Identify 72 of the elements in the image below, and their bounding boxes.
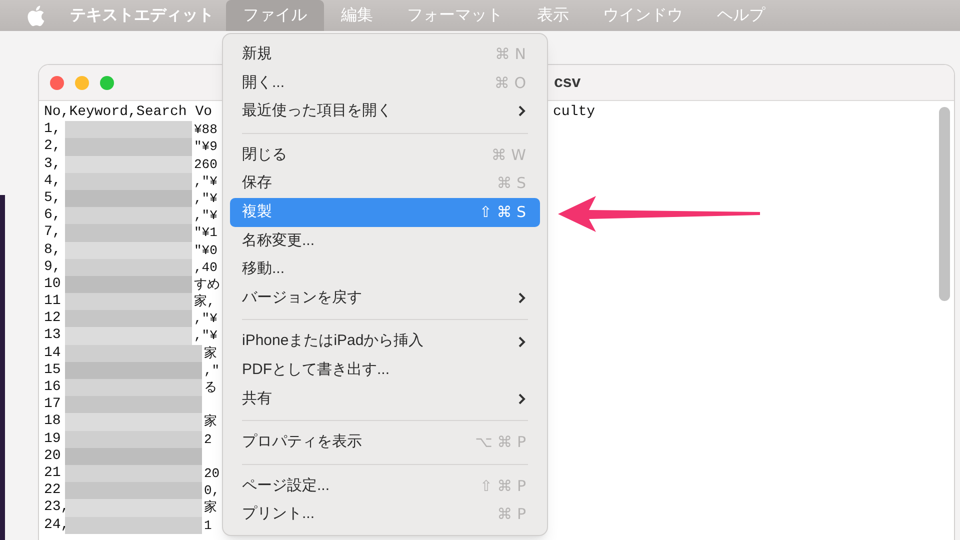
row-number: 11 — [44, 293, 62, 310]
row-number: 17 — [44, 396, 62, 414]
row-number: 9, — [44, 258, 62, 276]
menu-item[interactable]: 新規 ⌘ N — [230, 40, 540, 69]
text-fragment: ,"¥ — [194, 190, 218, 208]
row-number: 16 — [44, 379, 62, 396]
row-number: 19 — [44, 430, 62, 448]
text-fragment: 2 — [204, 430, 212, 448]
row-number: 14 — [44, 344, 62, 362]
menu-item[interactable]: 最近使った項目を開く — [230, 97, 540, 126]
chevron-right-icon — [518, 336, 526, 348]
row-number: 2, — [44, 138, 62, 156]
text-fragment: ¥88 — [194, 121, 218, 138]
text-fragment: ,"¥ — [194, 310, 218, 328]
menu-item[interactable]: プロパティを表示 ⌥ ⌘ P — [230, 428, 540, 457]
window-title: csv — [554, 72, 581, 92]
row-number: 3, — [44, 156, 62, 173]
row-number: 13 — [44, 327, 62, 345]
menu-item[interactable]: プリント... ⌘ P — [230, 500, 540, 529]
text-fragment: る — [204, 379, 217, 396]
row-number: 18 — [44, 413, 62, 431]
text-fragment: 20 — [204, 464, 220, 482]
text-fragment: "¥1 — [194, 224, 218, 242]
row-number: 15 — [44, 362, 62, 380]
row-number: 5, — [44, 190, 62, 208]
apple-logo-icon[interactable] — [26, 4, 45, 26]
text-fragment: 家 — [204, 344, 217, 362]
text-fragment: 0, — [204, 482, 220, 500]
row-number: 22 — [44, 482, 62, 500]
row-number: 23, — [44, 499, 63, 517]
text-fragment: すめ — [194, 276, 220, 294]
text-line: No,Keyword,Search Vo — [44, 104, 212, 122]
menu-item[interactable]: 移動... — [230, 255, 540, 284]
row-number: 4, — [44, 172, 62, 190]
text-fragment: "¥9 — [194, 138, 218, 156]
close-button[interactable] — [50, 76, 64, 90]
minimize-button[interactable] — [75, 76, 89, 90]
row-number: 1, — [44, 121, 62, 138]
text-fragment: ,"¥ — [194, 327, 218, 345]
text-line: culty — [553, 104, 596, 122]
text-fragment: ," — [204, 362, 220, 380]
menu-item[interactable]: バージョンを戻す — [230, 284, 540, 312]
row-number: 7, — [44, 224, 62, 242]
row-number: 8, — [44, 242, 62, 259]
menu-item[interactable]: iPhoneまたはiPadから挿入 — [230, 327, 540, 356]
row-number: 24, — [44, 516, 63, 534]
chevron-right-icon — [518, 392, 526, 405]
text-fragment: 260 — [194, 156, 218, 173]
text-fragment: 家 — [204, 413, 217, 431]
chevron-right-icon — [518, 292, 526, 304]
scrollbar[interactable] — [939, 107, 950, 301]
text-fragment: 家, — [194, 293, 215, 310]
menu-item[interactable]: 保存 ⌘ S — [230, 169, 540, 198]
text-fragment: ,"¥ — [194, 207, 218, 224]
text-fragment: ,40 — [194, 258, 218, 276]
menu-item[interactable]: 名称変更... — [230, 226, 540, 256]
row-number: 10 — [44, 276, 62, 294]
menu-item[interactable]: ページ設定... ⇧ ⌘ P — [230, 472, 540, 500]
text-fragment: 家 — [204, 499, 217, 517]
menu-item[interactable]: 開く... ⌘ O — [230, 68, 540, 98]
menu-item[interactable]: 共有 — [230, 384, 540, 414]
chevron-right-icon — [518, 105, 526, 118]
row-number: 20 — [44, 448, 62, 465]
text-fragment: "¥0 — [194, 242, 218, 259]
text-fragment: ,"¥ — [194, 172, 218, 190]
zoom-button[interactable] — [100, 76, 114, 90]
text-fragment: 1 — [204, 516, 212, 534]
row-number: 12 — [44, 310, 62, 328]
menu-item[interactable]: 閉じる ⌘ W — [230, 140, 540, 170]
row-number: 6, — [44, 207, 62, 224]
menu-item[interactable]: PDFとして書き出す... — [230, 356, 540, 385]
row-number: 21 — [44, 464, 62, 482]
